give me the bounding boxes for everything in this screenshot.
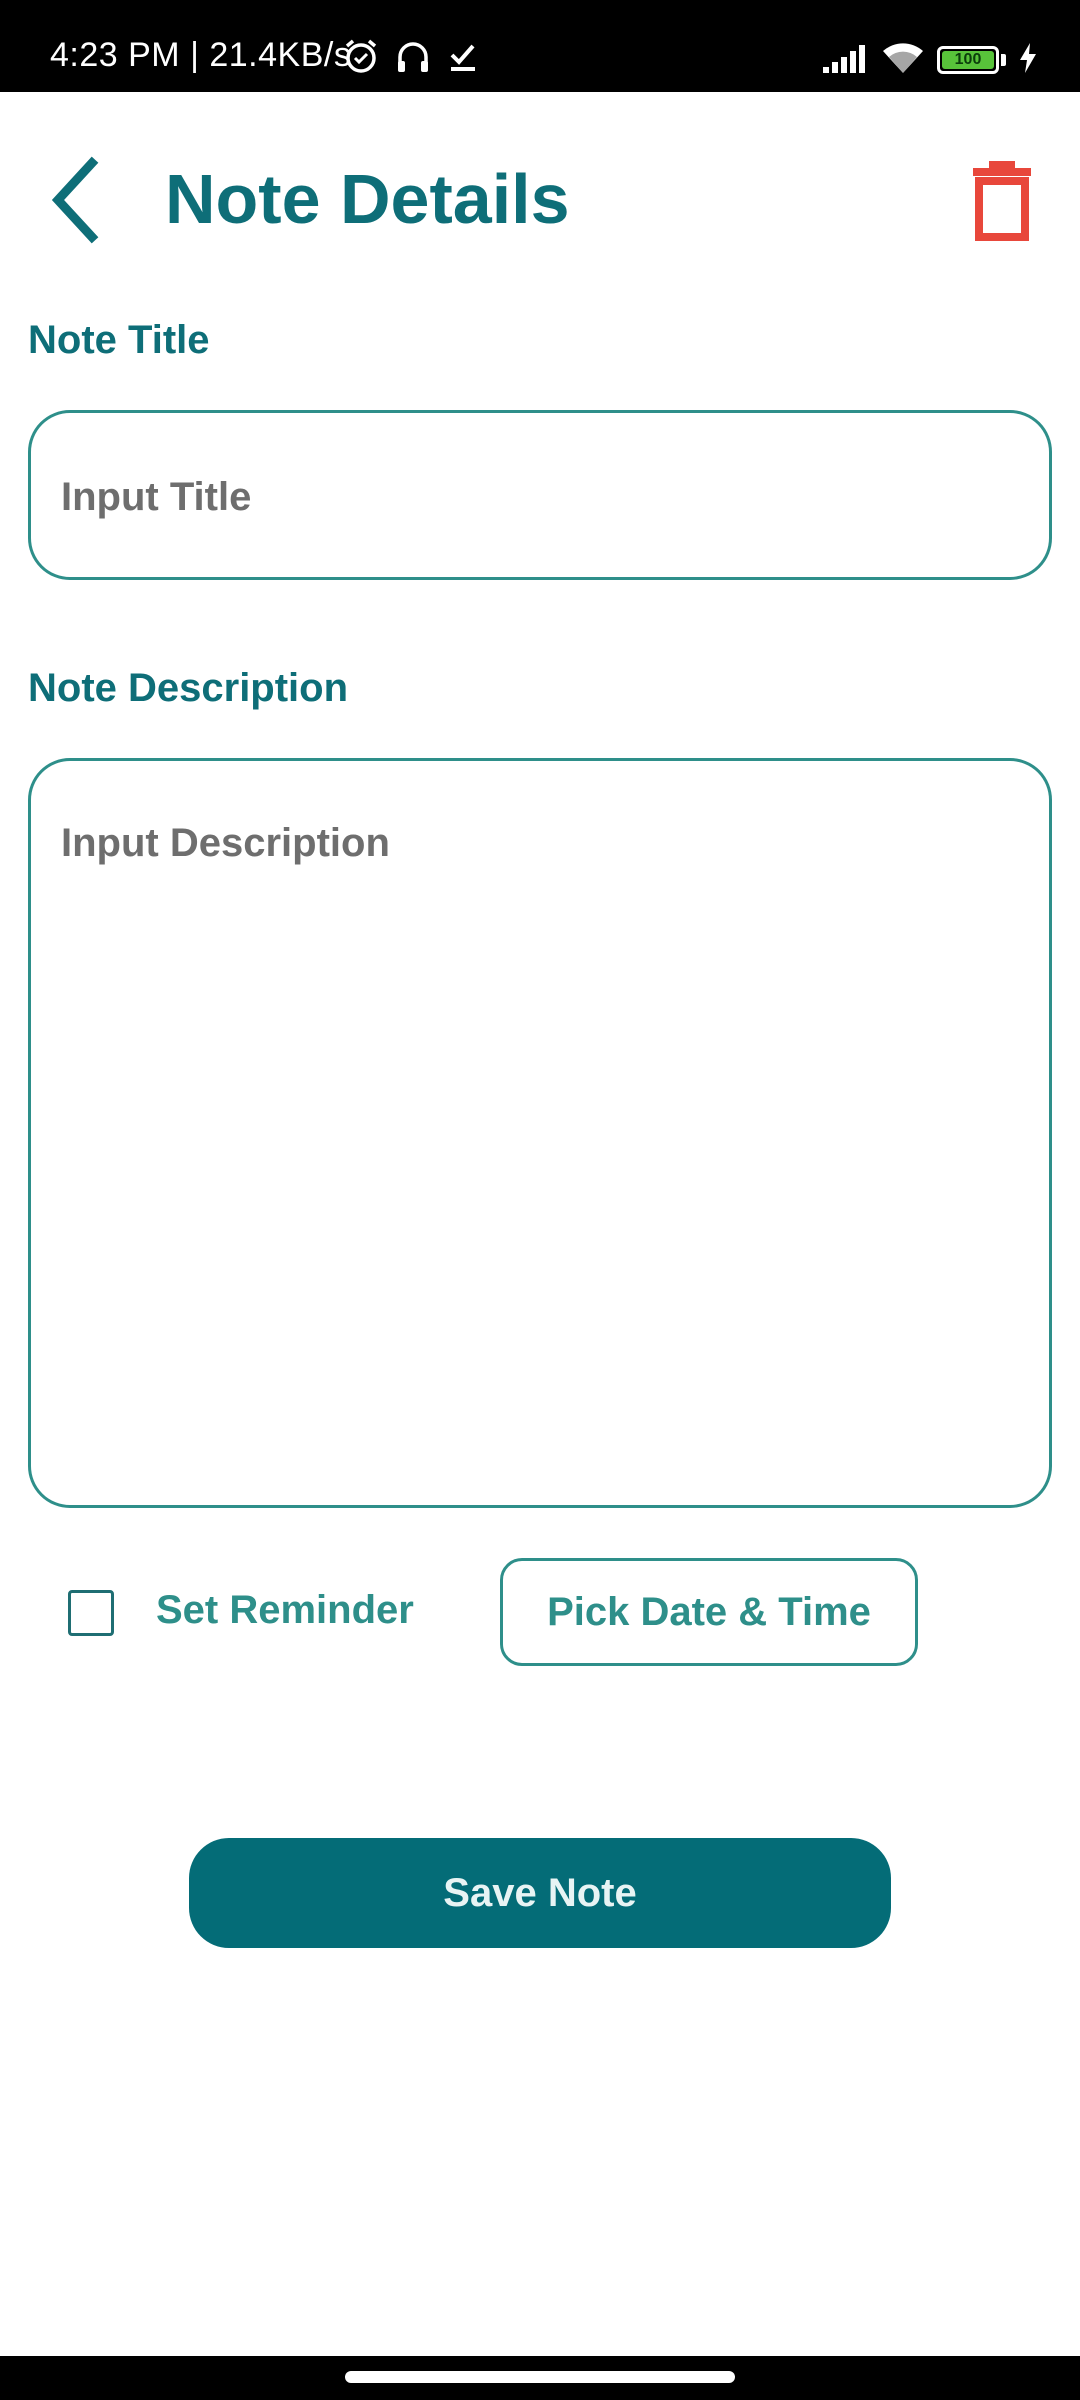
- back-button[interactable]: [36, 152, 116, 252]
- battery-tip: [1001, 54, 1006, 66]
- wifi-icon: [881, 41, 925, 80]
- signal-icon: [821, 43, 869, 78]
- status-icons-left: [342, 38, 480, 78]
- download-done-icon: [446, 39, 480, 78]
- status-bar: 4:23 PM | 21.4KB/s 100: [0, 0, 1080, 92]
- chevron-left-icon: [46, 155, 106, 250]
- note-title-input[interactable]: Input Title: [28, 410, 1052, 580]
- headset-icon: [394, 37, 432, 80]
- battery-level: 100: [954, 51, 982, 68]
- home-indicator[interactable]: [345, 2371, 735, 2383]
- header: Note Details: [0, 92, 1080, 302]
- status-time: 4:23 PM | 21.4KB/s: [50, 36, 352, 74]
- alarm-icon: [342, 37, 380, 80]
- set-reminder-label[interactable]: Set Reminder: [156, 1588, 414, 1633]
- set-reminder-checkbox[interactable]: [68, 1590, 114, 1636]
- charging-icon: [1018, 42, 1038, 79]
- status-icons-right: 100: [821, 40, 1038, 80]
- note-description-placeholder: Input Description: [61, 821, 390, 865]
- battery-icon: 100: [937, 46, 999, 74]
- pick-date-time-button[interactable]: Pick Date & Time: [500, 1558, 918, 1666]
- note-description-label: Note Description: [28, 666, 349, 710]
- note-title-label: Note Title: [28, 318, 210, 362]
- page-title: Note Details: [165, 160, 570, 238]
- navigation-bar: [0, 2356, 1080, 2400]
- note-description-input[interactable]: Input Description: [28, 758, 1052, 1508]
- save-note-button[interactable]: Save Note: [189, 1838, 891, 1948]
- delete-button[interactable]: [962, 152, 1042, 252]
- trash-icon: [971, 159, 1033, 246]
- note-title-placeholder: Input Title: [61, 475, 252, 519]
